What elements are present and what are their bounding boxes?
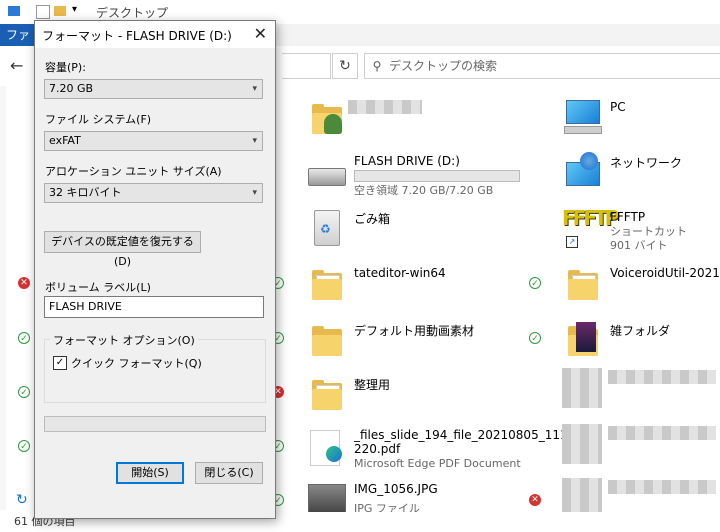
item-name: ネットワーク: [610, 156, 683, 170]
desktop-item-flash-drive[interactable]: FLASH DRIVE (D:) 空き領域 7.20 GB/7.20 GB: [306, 150, 526, 202]
desktop-item-recycle-bin[interactable]: ♻ ごみ箱: [306, 206, 526, 258]
start-button[interactable]: 開始(S): [116, 462, 184, 484]
sync-ok-icon: ✓: [18, 332, 30, 344]
item-name: IMG_1056.JPG: [354, 482, 438, 496]
item-size: 901 バイト: [610, 239, 668, 252]
redacted-name: [608, 480, 716, 494]
chevron-down-icon: ▾: [252, 84, 257, 94]
item-name: tateditor-win64: [354, 266, 446, 280]
redacted-thumbnail: [562, 368, 602, 408]
desktop-item-seiri[interactable]: 整理用: [306, 372, 526, 424]
sync-error-icon: ✕: [529, 494, 541, 506]
dialog-title: フォーマット - FLASH DRIVE (D:): [42, 29, 232, 43]
redacted-thumbnail: [562, 424, 602, 464]
item-name: PC: [610, 100, 626, 114]
search-icon: ⚲: [372, 59, 382, 73]
properties-icon[interactable]: [36, 5, 50, 19]
chevron-down-icon: ▾: [252, 136, 257, 146]
item-name: VoiceroidUtil-20210412: [610, 266, 720, 280]
search-placeholder: デスクトップの検索: [389, 59, 498, 73]
ffftp-shortcut-icon: FFFTP ↗: [562, 206, 619, 248]
refresh-button[interactable]: ↻: [332, 53, 358, 79]
item-name: FFFTP: [610, 210, 646, 224]
close-button[interactable]: 閉じる(C): [195, 462, 263, 484]
filesystem-label: ファイル システム(F): [45, 113, 152, 126]
redacted-name: [608, 426, 716, 440]
desktop-item-default-video[interactable]: デフォルト用動画素材: [306, 318, 526, 370]
item-detail: Microsoft Edge PDF Document: [354, 457, 521, 470]
dialog-titlebar: フォーマット - FLASH DRIVE (D:) ✕: [35, 21, 275, 48]
drive-icon: [306, 150, 350, 194]
desktop-item-user[interactable]: [306, 96, 526, 148]
capacity-value: 7.20 GB: [49, 82, 94, 95]
item-name-line2: 220.pdf: [354, 442, 401, 456]
desktop-item-network[interactable]: ネットワーク: [562, 150, 720, 202]
new-folder-icon[interactable]: [54, 6, 66, 16]
folder-icon: [562, 262, 606, 306]
folder-icon: [306, 262, 350, 306]
item-detail: 空き領域 7.20 GB/7.20 GB: [354, 184, 494, 197]
chevron-down-icon: ▾: [252, 188, 257, 198]
folder-icon: [306, 372, 350, 416]
format-options-legend: フォーマット オプション(O): [50, 332, 198, 348]
capacity-label: 容量(P):: [45, 61, 86, 74]
folder-icon: [562, 318, 606, 362]
window-title: デスクトップ: [96, 6, 169, 20]
pdf-icon: [306, 424, 350, 468]
sync-ok-icon: ✓: [529, 332, 541, 344]
drive-usage-bar: [354, 170, 520, 182]
desktop-item-voiceroid[interactable]: VoiceroidUtil-20210412: [562, 262, 720, 314]
desktop-item-pc[interactable]: PC: [562, 96, 720, 148]
quick-format-label[interactable]: クイック フォーマット(Q): [71, 355, 202, 371]
network-icon: [562, 150, 606, 194]
allocation-value: 32 キロバイト: [49, 186, 122, 199]
ribbon-file-tab[interactable]: ファイル: [0, 24, 36, 46]
sync-ok-icon: ✓: [529, 277, 541, 289]
sync-ok-icon: ✓: [18, 386, 30, 398]
close-icon[interactable]: ✕: [254, 24, 267, 43]
item-name: 整理用: [354, 378, 391, 392]
volume-label-input[interactable]: FLASH DRIVE: [44, 296, 264, 318]
item-name: FLASH DRIVE (D:): [354, 154, 460, 168]
format-options-group: フォーマット オプション(O) ✓ クイック フォーマット(Q): [44, 332, 266, 403]
format-progress-bar: [44, 416, 266, 432]
volume-label-label: ボリューム ラベル(L): [45, 281, 151, 294]
desktop-item-ffftp[interactable]: FFFTP ↗ FFFTP ショートカット 901 バイト: [562, 206, 720, 258]
filesystem-value: exFAT: [49, 134, 81, 147]
restore-defaults-button[interactable]: デバイスの既定値を復元する(D): [44, 231, 201, 268]
desktop-item-misc[interactable]: 雑フォルダ: [562, 318, 720, 370]
nav-pane-edge: [0, 86, 6, 510]
format-dialog: フォーマット - FLASH DRIVE (D:) ✕ 容量(P): 7.20 …: [34, 20, 276, 519]
quick-format-checkbox[interactable]: ✓: [53, 356, 67, 370]
allocation-select[interactable]: 32 キロバイト ▾: [44, 183, 263, 203]
allocation-label: アロケーション ユニット サイズ(A): [45, 165, 222, 178]
search-box[interactable]: ⚲ デスクトップの検索: [364, 53, 720, 79]
item-name: 雑フォルダ: [610, 324, 671, 338]
sync-ok-icon: ✓: [18, 440, 30, 452]
desktop-item-tateditor[interactable]: tateditor-win64: [306, 262, 526, 314]
explorer-app-icon: [8, 6, 20, 16]
user-folder-icon: [306, 96, 350, 140]
redacted-name: [608, 370, 716, 384]
item-name: _files_slide_194_file_20210805_111: [354, 428, 568, 442]
redacted-name: [348, 100, 422, 114]
quick-access-dropdown-icon[interactable]: ▾: [72, 4, 77, 15]
capacity-select[interactable]: 7.20 GB ▾: [44, 79, 263, 99]
redacted-thumbnail: [562, 478, 602, 512]
back-arrow-icon[interactable]: ←: [10, 56, 23, 75]
desktop-item-pdf[interactable]: _files_slide_194_file_20210805_111 220.p…: [306, 424, 568, 476]
sync-refresh-icon: ↻: [16, 492, 28, 508]
recycle-bin-icon: ♻: [306, 206, 350, 250]
folder-icon: [306, 318, 350, 362]
item-name: ごみ箱: [354, 212, 391, 226]
item-name: デフォルト用動画素材: [354, 324, 475, 338]
address-bar[interactable]: [282, 53, 331, 79]
filesystem-select[interactable]: exFAT ▾: [44, 131, 263, 151]
pc-icon: [562, 96, 606, 140]
sync-error-icon: ✕: [18, 277, 30, 289]
